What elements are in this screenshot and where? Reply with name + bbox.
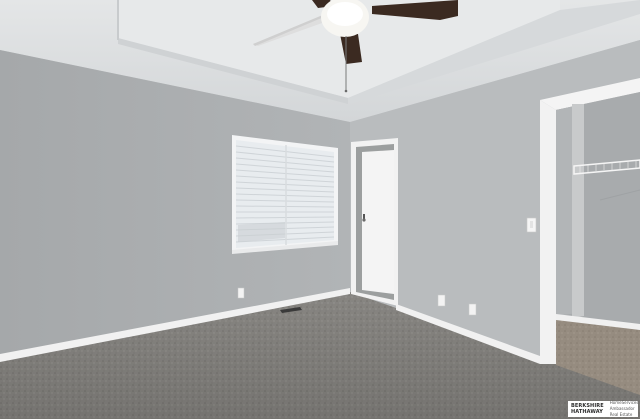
- watermark-sub-line2: Ambassador Real Estate: [609, 406, 635, 417]
- outlet-left: [237, 287, 245, 299]
- outlet-right-1: [437, 294, 446, 307]
- watermark-sub: HomeServices Ambassador Real Estate: [610, 400, 639, 418]
- interior-door: [351, 138, 398, 306]
- closet-opening: [540, 78, 640, 395]
- window: [232, 135, 338, 254]
- room-illustration: [0, 0, 640, 419]
- watermark-brand-line2: HATHAWAY: [571, 409, 604, 415]
- bedroom-scene: BERKSHIRE HATHAWAY HomeServices Ambassad…: [0, 0, 640, 419]
- outlet-right-2: [468, 303, 477, 316]
- brokerage-watermark: BERKSHIRE HATHAWAY HomeServices Ambassad…: [568, 400, 639, 418]
- watermark-brand: BERKSHIRE HATHAWAY: [571, 403, 604, 415]
